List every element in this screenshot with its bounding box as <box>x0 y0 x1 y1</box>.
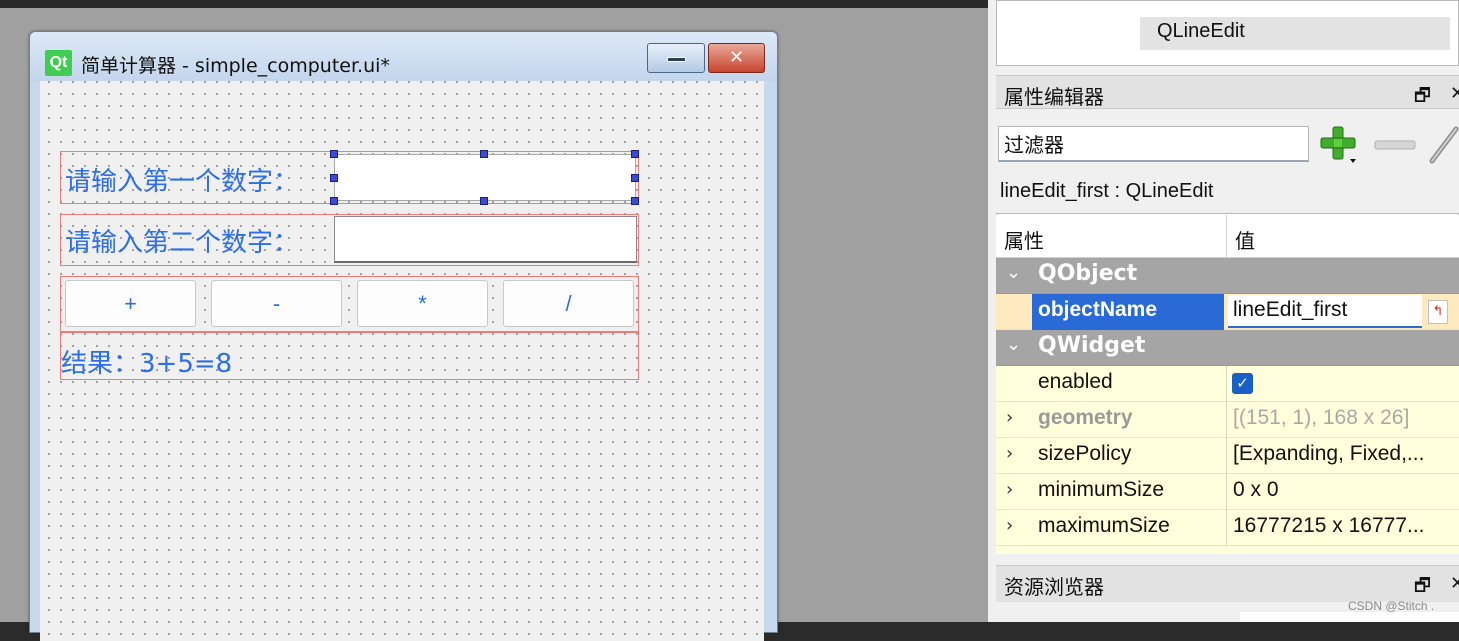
property-table-header <box>996 215 1459 258</box>
header-value[interactable]: 值 <box>1235 225 1255 254</box>
resize-handle[interactable] <box>480 197 488 205</box>
subtract-button[interactable]: - <box>211 280 342 327</box>
property-row-partial <box>996 546 1459 554</box>
dock-close-icon[interactable]: ✕ <box>1450 573 1459 594</box>
selected-name-cell: objectName <box>1032 294 1224 330</box>
column-divider <box>1226 474 1227 510</box>
property-name: objectName <box>1038 298 1158 321</box>
objectname-editor[interactable]: lineEdit_first <box>1228 295 1422 328</box>
chevron-down-icon[interactable]: ⌄ <box>1006 334 1021 355</box>
column-divider <box>1226 438 1227 474</box>
column-divider <box>1226 402 1227 438</box>
enabled-checkbox[interactable]: ✓ <box>1232 373 1253 394</box>
resize-handle[interactable] <box>480 150 488 158</box>
current-object-label: lineEdit_first : QLineEdit <box>1000 180 1214 202</box>
form-titlebar[interactable]: Qt 简单计算器 - simple_computer.ui* ✕ <box>30 32 777 82</box>
column-divider <box>1226 366 1227 402</box>
divide-button[interactable]: / <box>503 280 634 327</box>
resource-browser-content <box>1240 612 1459 622</box>
chevron-right-icon[interactable]: › <box>1006 515 1013 536</box>
resize-handle[interactable] <box>330 197 338 205</box>
property-row-sizepolicy[interactable]: › sizePolicy [Expanding, Fixed,... <box>996 438 1459 474</box>
group-row-qwidget[interactable]: ⌄ QWidget <box>996 330 1459 366</box>
property-row-maximumsize[interactable]: › maximumSize 16777215 x 16777... <box>996 510 1459 546</box>
property-value: lineEdit_first <box>1233 298 1348 321</box>
close-button[interactable]: ✕ <box>708 43 765 73</box>
property-name: geometry <box>1038 406 1133 429</box>
group-name: QObject <box>1038 261 1138 286</box>
resize-handle[interactable] <box>330 174 338 182</box>
property-filter-input[interactable] <box>998 126 1309 162</box>
property-row-enabled[interactable]: enabled ✓ <box>996 366 1459 402</box>
property-name: sizePolicy <box>1038 442 1132 465</box>
configure-icon[interactable] <box>1428 121 1459 165</box>
dock-float-icon[interactable]: 🗗 <box>1414 83 1431 113</box>
multiply-button[interactable]: * <box>357 280 488 327</box>
dock-close-icon[interactable]: ✕ <box>1450 83 1459 104</box>
label-first-number: 请输入第一个数字： <box>65 167 300 197</box>
chevron-right-icon[interactable]: › <box>1006 443 1013 464</box>
object-inspector-selected-item: QLineEdit <box>1157 20 1245 42</box>
reset-property-icon[interactable]: ↰ <box>1428 300 1448 324</box>
chevron-right-icon[interactable]: › <box>1006 407 1013 428</box>
line-edit-second[interactable] <box>334 216 637 263</box>
line-edit-first[interactable] <box>334 154 636 201</box>
remove-dynamic-property-icon[interactable] <box>1374 138 1416 152</box>
property-row-objectname[interactable]: objectName lineEdit_first <box>996 294 1459 330</box>
property-name: maximumSize <box>1038 514 1170 537</box>
column-divider <box>1226 510 1227 546</box>
chevron-down-icon[interactable]: ⌄ <box>1006 262 1021 283</box>
chevron-right-icon[interactable]: › <box>1006 479 1013 500</box>
property-value: 0 x 0 <box>1233 478 1279 501</box>
header-divider <box>1226 215 1227 258</box>
form-window-title: 简单计算器 - simple_computer.ui* <box>81 55 390 77</box>
add-button[interactable]: + <box>65 280 196 327</box>
property-row-minimumsize[interactable]: › minimumSize 0 x 0 <box>996 474 1459 510</box>
property-editor-title: 属性编辑器 <box>1004 85 1104 109</box>
resize-handle[interactable] <box>330 150 338 158</box>
property-value: [Expanding, Fixed,... <box>1233 442 1425 465</box>
property-value: 16777215 x 16777... <box>1233 514 1425 537</box>
resize-handle[interactable] <box>631 150 639 158</box>
header-property[interactable]: 属性 <box>1004 225 1044 254</box>
property-name: minimumSize <box>1038 478 1165 501</box>
watermark: CSDN @Stitch . <box>1348 599 1435 613</box>
property-name: enabled <box>1038 370 1113 393</box>
close-icon: ✕ <box>728 47 745 68</box>
qt-logo-icon: Qt <box>45 50 72 76</box>
minimize-button[interactable] <box>647 43 705 73</box>
resize-handle[interactable] <box>631 197 639 205</box>
add-dynamic-property-icon[interactable] <box>1318 125 1358 165</box>
resize-handle[interactable] <box>631 174 639 182</box>
label-second-number: 请输入第二个数字： <box>65 228 300 258</box>
group-name: QWidget <box>1038 333 1146 358</box>
result-label: 结果：3+5=8 <box>61 349 233 379</box>
group-row-qobject[interactable]: ⌄ QObject <box>996 258 1459 294</box>
property-value: [(151, 1), 168 x 26] <box>1233 406 1410 429</box>
resource-browser-title: 资源浏览器 <box>1004 575 1104 599</box>
property-row-geometry[interactable]: › geometry [(151, 1), 168 x 26] <box>996 402 1459 438</box>
